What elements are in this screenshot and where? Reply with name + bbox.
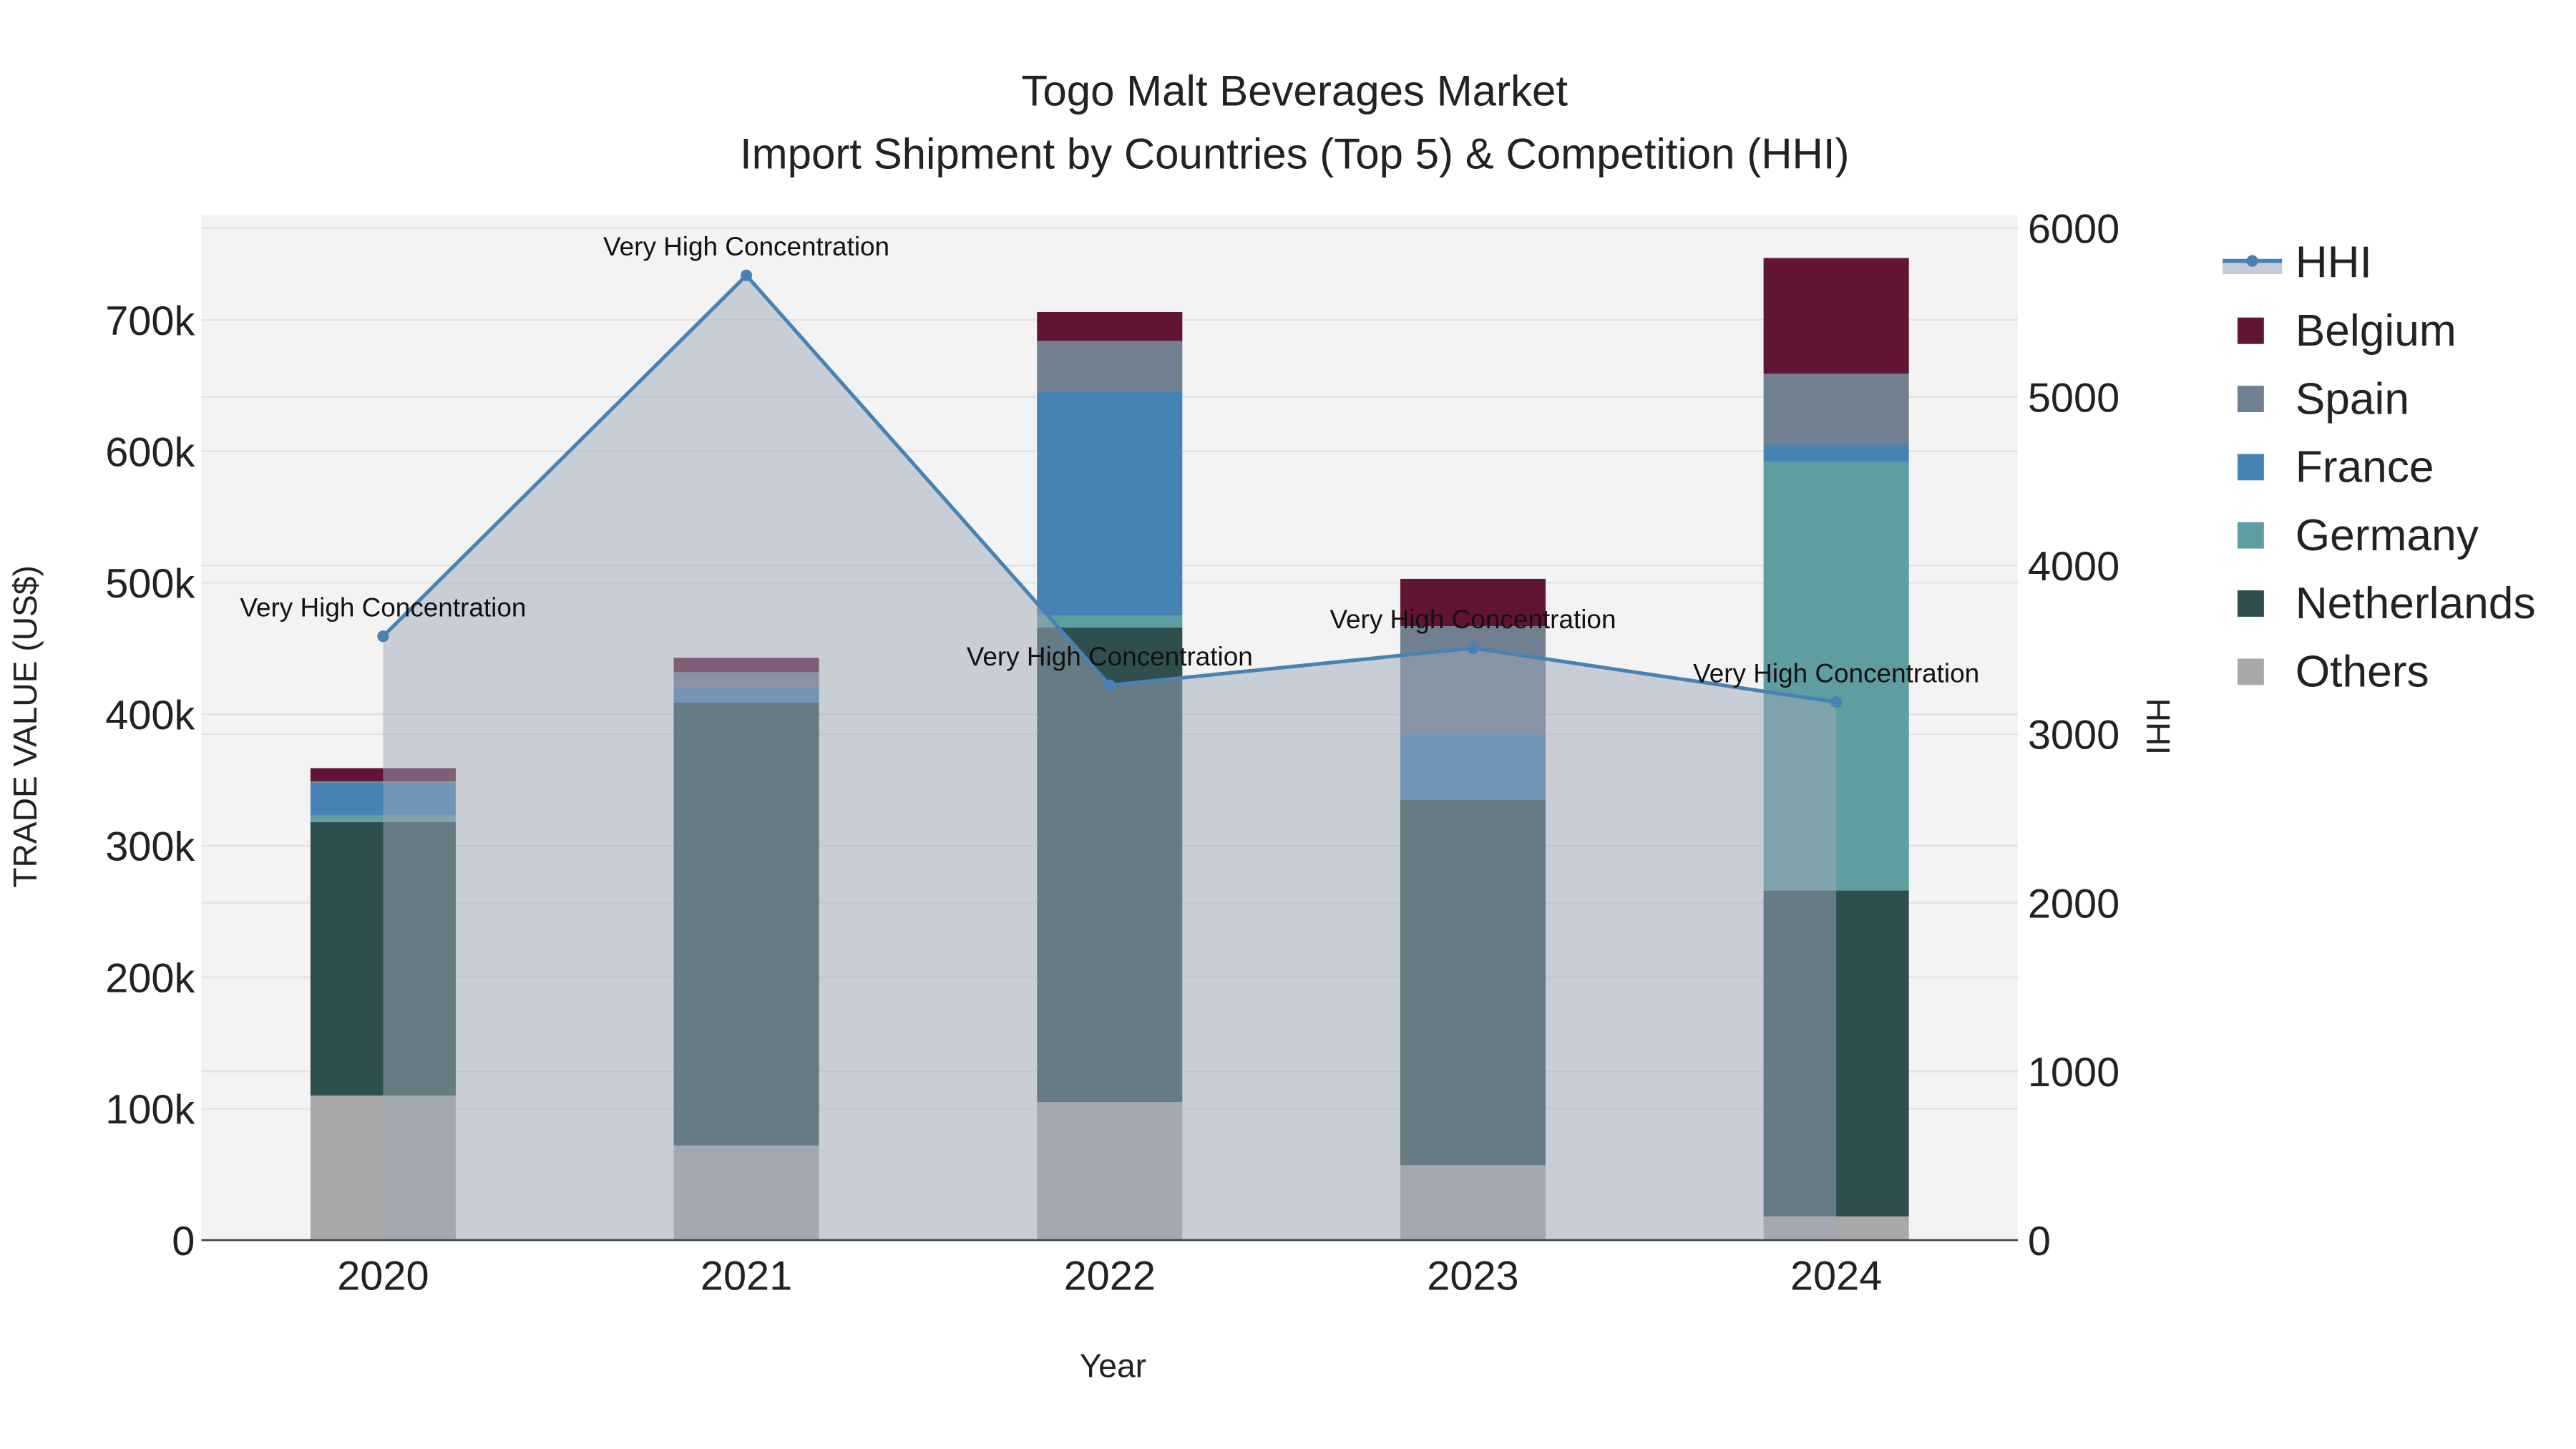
hhi-annotation: Very High Concentration bbox=[1693, 658, 1979, 688]
y2-tick-label: 3000 bbox=[2028, 713, 2119, 758]
y-tick-label: 600k bbox=[105, 429, 195, 475]
y2-tick-label: 0 bbox=[2028, 1219, 2051, 1264]
bar-belgium-2022 bbox=[1037, 311, 1183, 341]
hhi-point-2022 bbox=[1103, 679, 1116, 691]
bar-belgium-2024 bbox=[1763, 258, 1909, 374]
y2-tick-label: 1000 bbox=[2028, 1050, 2119, 1096]
legend-swatch bbox=[2237, 522, 2264, 549]
y2-tick-label: 4000 bbox=[2028, 544, 2119, 590]
legend-label: Germany bbox=[2296, 511, 2479, 560]
hhi-point-2023 bbox=[1467, 642, 1479, 654]
legend-swatch bbox=[2237, 386, 2264, 412]
hhi-point-2021 bbox=[741, 269, 753, 281]
x-tick-label: 2023 bbox=[1427, 1253, 1518, 1299]
y2-tick-label: 6000 bbox=[2028, 207, 2119, 253]
legend-label: Netherlands bbox=[2296, 579, 2536, 628]
y2-axis-title: HHI bbox=[2140, 698, 2177, 755]
x-tick-label: 2022 bbox=[1064, 1253, 1156, 1299]
y-tick-label: 500k bbox=[105, 561, 195, 607]
bar-france-2022 bbox=[1037, 391, 1183, 616]
y-tick-label: 300k bbox=[105, 824, 195, 870]
hhi-point-2024 bbox=[1830, 696, 1843, 708]
legend-item-hhi[interactable]: HHI bbox=[2223, 238, 2372, 288]
legend-label: HHI bbox=[2296, 238, 2372, 288]
bar-spain-2024 bbox=[1763, 374, 1909, 445]
legend-item-netherlands[interactable]: Netherlands bbox=[2237, 579, 2536, 628]
legend-label: Spain bbox=[2296, 374, 2409, 424]
legend-swatch bbox=[2237, 658, 2264, 686]
y-tick-label: 200k bbox=[105, 955, 195, 1001]
legend-swatch bbox=[2237, 454, 2264, 481]
x-tick-label: 2021 bbox=[701, 1253, 792, 1299]
legend-swatch bbox=[2237, 317, 2264, 344]
legend-item-germany[interactable]: Germany bbox=[2237, 511, 2479, 560]
chart: Togo Malt Beverages Market Import Shipme… bbox=[6, 67, 2536, 1385]
x-tick-label: 2024 bbox=[1790, 1253, 1882, 1299]
legend-label: Belgium bbox=[2296, 306, 2457, 356]
chart-title: Togo Malt Beverages Market bbox=[1021, 67, 1568, 115]
x-axis-title: Year bbox=[1080, 1347, 1146, 1385]
chart-subtitle: Import Shipment by Countries (Top 5) & C… bbox=[740, 130, 1850, 177]
legend-item-spain[interactable]: Spain bbox=[2237, 374, 2409, 424]
hhi-annotation: Very High Concentration bbox=[1330, 605, 1616, 634]
y-tick-label: 700k bbox=[105, 298, 195, 344]
legend-item-others[interactable]: Others bbox=[2237, 648, 2429, 697]
legend-item-belgium[interactable]: Belgium bbox=[2237, 306, 2457, 356]
y2-tick-label: 5000 bbox=[2028, 375, 2119, 421]
x-tick-label: 2020 bbox=[337, 1253, 429, 1299]
y-tick-label: 0 bbox=[172, 1219, 195, 1264]
y-tick-label: 400k bbox=[105, 693, 195, 738]
y2-tick-label: 2000 bbox=[2028, 881, 2119, 927]
bar-spain-2022 bbox=[1037, 341, 1183, 391]
bar-france-2024 bbox=[1763, 444, 1909, 462]
y-tick-label: 100k bbox=[105, 1087, 195, 1133]
legend-label: France bbox=[2296, 443, 2434, 492]
legend-hhi-marker bbox=[2246, 255, 2258, 267]
hhi-annotation: Very High Concentration bbox=[240, 593, 526, 623]
hhi-point-2020 bbox=[377, 630, 389, 643]
legend-swatch bbox=[2237, 590, 2264, 617]
legend-item-france[interactable]: France bbox=[2237, 443, 2434, 492]
legend-label: Others bbox=[2296, 648, 2429, 697]
y-axis-title: TRADE VALUE (US$) bbox=[6, 565, 44, 887]
hhi-annotation: Very High Concentration bbox=[967, 642, 1253, 671]
hhi-annotation: Very High Concentration bbox=[603, 232, 889, 261]
